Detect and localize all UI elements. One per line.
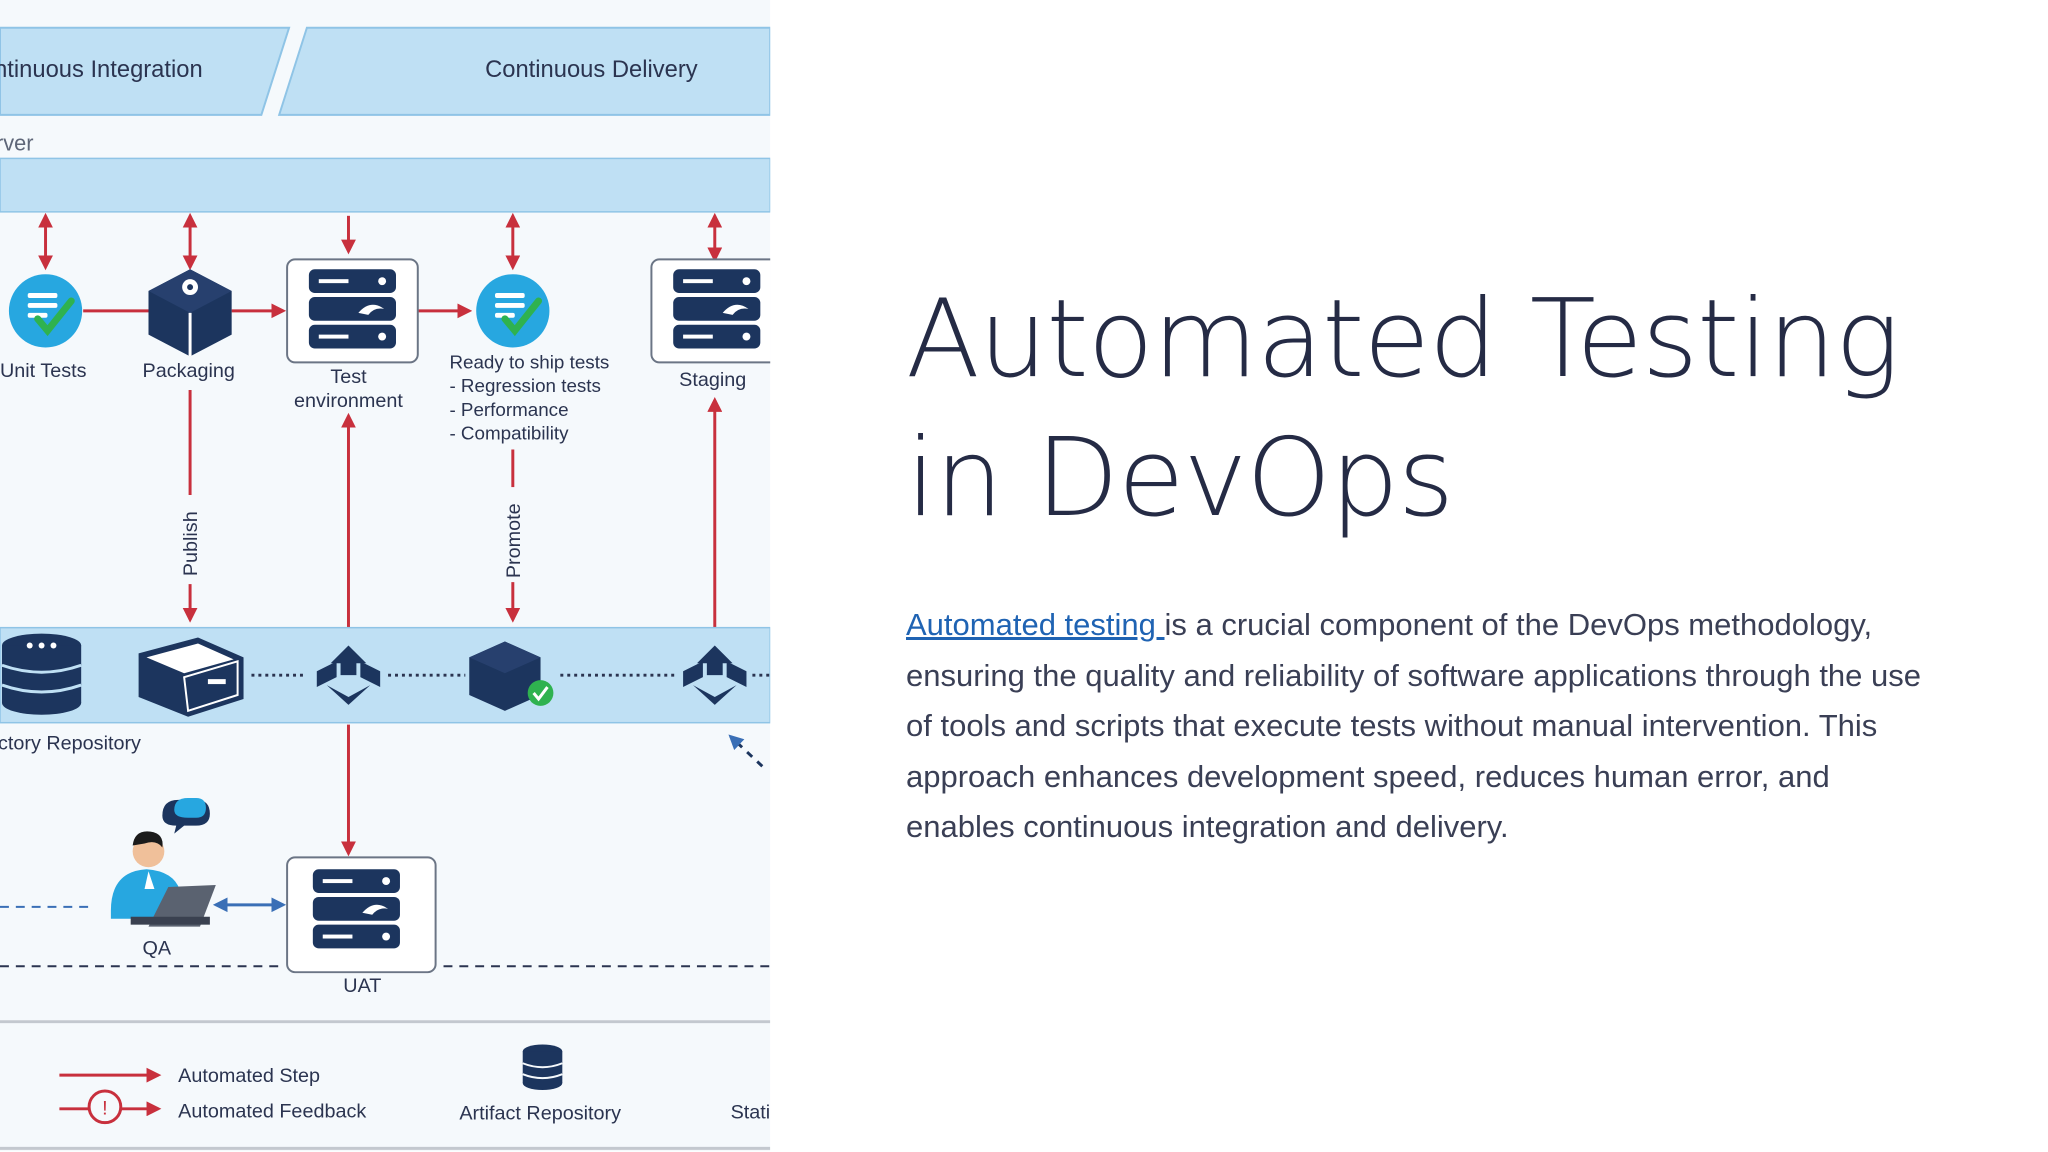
publish-label: Publish	[180, 511, 202, 576]
legend-artifact-icon	[522, 1044, 563, 1090]
paragraph-text: is a crucial component of the DevOps met…	[906, 607, 1922, 844]
unit-tests-icon	[9, 274, 82, 347]
legend-automated-step: Automated Step	[178, 1065, 320, 1087]
test-env-label-2: environment	[294, 390, 403, 412]
svg-text:!: !	[102, 1098, 108, 1120]
ready-tests-label-1: Ready to ship tests	[449, 351, 609, 372]
server-band	[0, 157, 771, 213]
slide-paragraph: Automated testing is a crucial component…	[906, 600, 1946, 853]
devops-pipeline-diagram: ntinuous Integration Continuous Delivery…	[0, 0, 771, 1152]
staging-label: Staging	[679, 369, 746, 391]
ready-tests-icon	[476, 274, 549, 347]
promote-label: Promote	[503, 503, 525, 578]
staging-server-icon	[673, 269, 761, 349]
unit-tests-label: Unit Tests	[0, 360, 87, 382]
uat-label: UAT	[343, 975, 381, 997]
uat-server-icon	[312, 869, 400, 949]
phase-ci-label: ntinuous Integration	[0, 56, 203, 83]
test-env-server-icon	[308, 269, 396, 349]
slide-title: Automated Testing in DevOps	[906, 277, 1900, 541]
repository-band	[0, 626, 771, 724]
test-env-label-1: Test	[330, 366, 367, 388]
repository-label: ctory Repository	[0, 732, 141, 754]
server-lane-label: rver	[0, 130, 34, 155]
packaging-label: Packaging	[143, 360, 235, 382]
automated-testing-link[interactable]: Automated testing	[906, 607, 1165, 642]
legend-partial-label: Stati	[731, 1102, 771, 1124]
legend-automated-feedback: Automated Feedback	[178, 1101, 366, 1123]
database-icon	[1, 633, 82, 715]
ready-tests-label-2: - Regression tests	[449, 375, 600, 396]
legend-artifact-repository: Artifact Repository	[459, 1103, 621, 1125]
phase-cd-label: Continuous Delivery	[485, 56, 698, 83]
ready-tests-label-3: - Performance	[449, 399, 568, 420]
ready-tests-label-4: - Compatibility	[449, 423, 569, 444]
qa-label: QA	[143, 937, 172, 959]
